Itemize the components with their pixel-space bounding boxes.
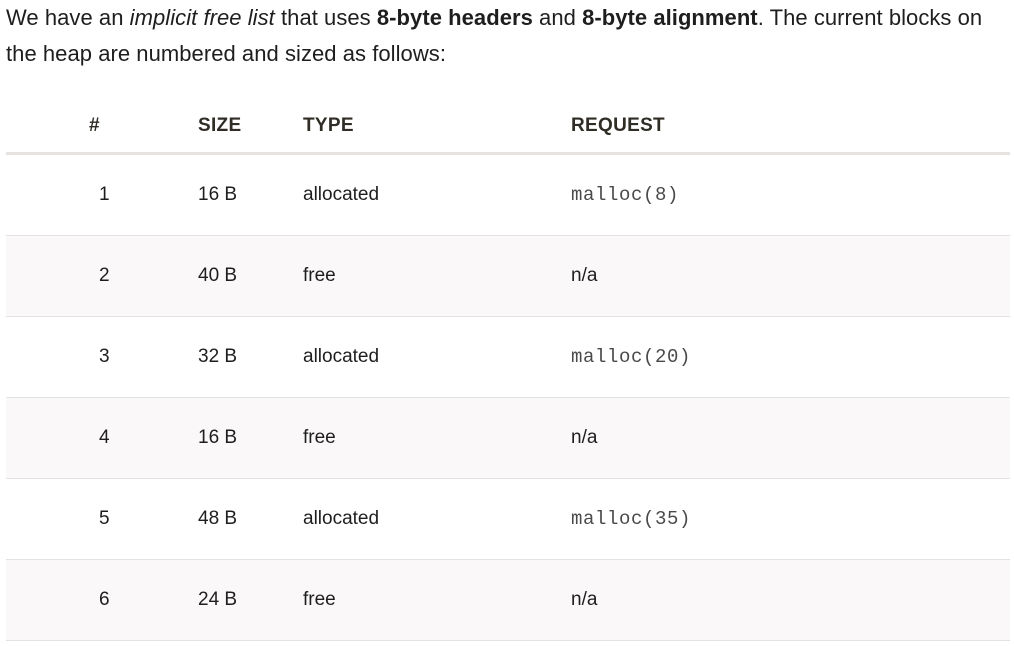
cell-block-request: n/a (560, 397, 1010, 479)
heap-blocks-table: # SIZE TYPE REQUEST 1 16 B allocated malloc… (6, 100, 1010, 641)
cell-block-number: 3 (6, 316, 198, 398)
intro-paragraph: We have an implicit free list that uses … (6, 0, 1014, 72)
cell-block-size: 32 B (198, 316, 296, 398)
cell-block-number-text: 6 (99, 589, 110, 610)
cell-block-number-text: 2 (99, 265, 110, 286)
cell-block-request: malloc(35) (560, 478, 1010, 560)
cell-block-type-text: allocated (303, 184, 380, 205)
cell-block-size: 16 B (198, 153, 296, 236)
cell-block-size: 48 B (198, 478, 296, 560)
cell-block-type: allocated (296, 478, 560, 560)
cell-block-number: 2 (6, 235, 198, 317)
table-row: 4 16 B free n/a (6, 397, 1010, 479)
header-request: REQUEST (560, 100, 1010, 155)
request-code: malloc(35) (571, 508, 692, 530)
cell-block-size: 40 B (198, 235, 296, 317)
table-row: 6 24 B free n/a (6, 559, 1010, 641)
cell-block-type: allocated (296, 153, 560, 236)
request-code: malloc(20) (571, 346, 692, 368)
cell-block-type-text: allocated (303, 346, 380, 367)
cell-block-type: allocated (296, 316, 560, 398)
header-size: SIZE (198, 100, 296, 155)
intro-text-1: We have an (6, 5, 130, 30)
header-type: TYPE (296, 100, 560, 155)
cell-block-type-text: allocated (303, 508, 380, 529)
intro-bold-headers: 8-byte headers (376, 5, 533, 30)
intro-bold-alignment: 8-byte alignment (582, 5, 758, 30)
cell-block-type: free (296, 235, 560, 317)
table-header-row: # SIZE TYPE REQUEST (6, 100, 1010, 155)
cell-block-request: malloc(20) (560, 316, 1010, 398)
cell-block-number: 5 (6, 478, 198, 560)
cell-block-size: 16 B (198, 397, 296, 479)
table-row: 5 48 B allocated malloc(35) (6, 478, 1010, 560)
cell-block-size: 24 B (198, 559, 296, 641)
intro-text-3: and (532, 5, 583, 30)
cell-block-size-text: 24 B (198, 589, 238, 610)
cell-block-type: free (296, 397, 560, 479)
cell-block-size-text: 16 B (198, 427, 238, 448)
cell-block-size-text: 16 B (198, 184, 238, 205)
cell-block-type-text: free (303, 427, 336, 448)
cell-block-request: n/a (560, 235, 1010, 317)
table-row: 1 16 B allocated malloc(8) (6, 153, 1010, 236)
cell-block-number: 4 (6, 397, 198, 479)
cell-block-size-text: 40 B (198, 265, 238, 286)
cell-block-number: 1 (6, 153, 198, 236)
cell-block-request-text: n/a (571, 265, 598, 286)
cell-block-type-text: free (303, 265, 336, 286)
cell-block-number-text: 4 (99, 427, 110, 448)
cell-block-request-text: n/a (571, 589, 598, 610)
table-body: 1 16 B allocated malloc(8) 2 40 B free n/a 3 32 B… (6, 153, 1010, 641)
cell-block-size-text: 32 B (198, 346, 238, 367)
cell-block-number-text: 1 (99, 184, 110, 205)
request-code: malloc(8) (571, 184, 680, 206)
table-row: 2 40 B free n/a (6, 235, 1010, 317)
header-num: # (6, 100, 198, 155)
cell-block-request-text: n/a (571, 427, 598, 448)
cell-block-type-text: free (303, 589, 336, 610)
intro-text-2: that uses (274, 5, 377, 30)
cell-block-number: 6 (6, 559, 198, 641)
cell-block-number-text: 3 (99, 346, 110, 367)
cell-block-number-text: 5 (99, 508, 110, 529)
cell-block-request: n/a (560, 559, 1010, 641)
cell-block-request: malloc(8) (560, 153, 1010, 236)
cell-block-size-text: 48 B (198, 508, 238, 529)
table-row: 3 32 B allocated malloc(20) (6, 316, 1010, 398)
intro-emphasis-implicit-free-list: implicit free list (129, 5, 275, 30)
cell-block-type: free (296, 559, 560, 641)
